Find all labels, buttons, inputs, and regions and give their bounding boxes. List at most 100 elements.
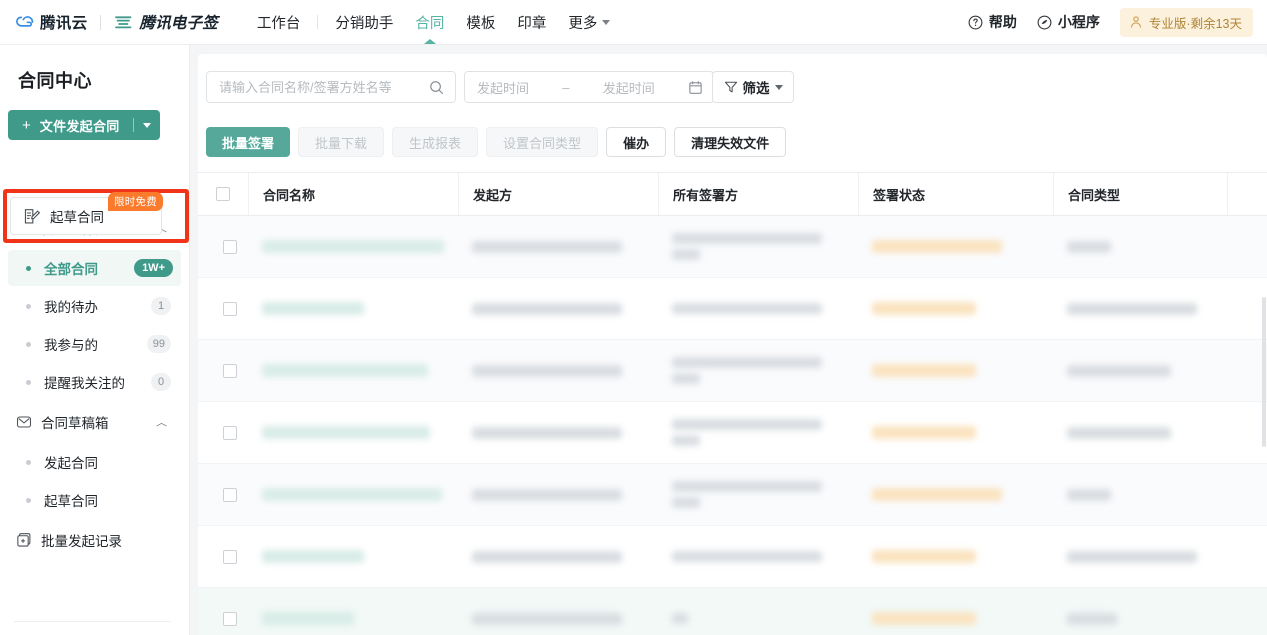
set-contract-type-button: 设置合同类型: [486, 127, 599, 157]
bullet-icon: [26, 459, 31, 465]
cell-initiator: [458, 526, 658, 587]
pro-version-label: 专业版·剩余13天: [1148, 16, 1242, 31]
sidebar-item-my-todo[interactable]: 我的待办 1: [8, 288, 181, 324]
redacted-text: [1067, 550, 1197, 563]
redacted-text: [872, 612, 976, 625]
question-circle-icon: [968, 15, 983, 29]
redacted-text: [472, 426, 622, 439]
table-row[interactable]: [198, 340, 1267, 402]
nav-item-seal[interactable]: 印章: [506, 0, 557, 45]
column-header-type[interactable]: 合同类型: [1053, 173, 1227, 215]
inbox-icon: [16, 416, 32, 428]
table-row[interactable]: [198, 588, 1267, 635]
redacted-text: [872, 364, 976, 377]
filter-icon: [724, 81, 737, 93]
sidebar-item-reminders[interactable]: 提醒我关注的 0: [8, 364, 181, 400]
table-row[interactable]: [198, 278, 1267, 340]
redacted-group: [672, 613, 688, 624]
select-all-header: [198, 173, 248, 215]
cell-initiator: [458, 402, 658, 463]
pro-version-badge[interactable]: 专业版·剩余13天: [1119, 7, 1253, 37]
table-row[interactable]: [198, 402, 1267, 464]
redacted-group: [672, 357, 822, 384]
nav-item-seal-label: 印章: [517, 15, 547, 32]
column-header-initiator[interactable]: 发起方: [458, 173, 658, 215]
tencent-esign-logo[interactable]: 腾讯电子签: [114, 11, 218, 33]
row-checkbox[interactable]: [223, 301, 237, 316]
redacted-text: [1067, 240, 1111, 253]
table-row[interactable]: [198, 526, 1267, 588]
redacted-text: [872, 302, 976, 315]
nav-item-contract[interactable]: 合同: [404, 0, 455, 45]
batch-sign-button[interactable]: 批量签署: [206, 127, 291, 157]
row-checkbox[interactable]: [223, 549, 237, 564]
row-checkbox[interactable]: [223, 611, 237, 626]
table-row[interactable]: [198, 216, 1267, 278]
bullet-icon: [26, 265, 31, 271]
create-contract-dropdown-toggle[interactable]: [134, 122, 160, 128]
row-select-cell: [198, 464, 248, 525]
cell-signers: [658, 526, 858, 587]
help-button[interactable]: 帮助: [968, 12, 1017, 32]
redacted-text: [1067, 364, 1171, 377]
select-all-checkbox[interactable]: [216, 187, 230, 201]
create-contract-from-file-button[interactable]: + 文件发起合同: [8, 110, 160, 140]
sidebar: 合同中心 + 文件发起合同 起草合同 限时免费 合同文件夹 ︿: [0, 45, 190, 635]
main-content: 发起时间 – 发起时间 筛选 批量签署 批量下载 生成报表 设置合同类型: [190, 45, 1267, 635]
filter-label: 筛选: [742, 81, 770, 96]
bullet-icon: [26, 341, 31, 347]
urge-button[interactable]: 催办: [606, 127, 667, 157]
redacted-text: [262, 612, 354, 625]
search-input[interactable]: [207, 72, 429, 102]
date-from-input[interactable]: 发起时间: [465, 78, 529, 97]
search-icon[interactable]: [429, 80, 455, 95]
column-header-status[interactable]: 签署状态: [858, 173, 1053, 215]
nav-item-template[interactable]: 模板: [455, 0, 506, 45]
cell-sign-status: [858, 278, 1053, 339]
sidebar-item-initiate-contract[interactable]: 发起合同: [8, 444, 181, 480]
calendar-icon[interactable]: [688, 80, 713, 95]
nav-item-workbench-label: 工作台: [256, 15, 301, 32]
clean-invalid-files-button[interactable]: 清理失效文件: [674, 127, 787, 157]
redacted-group: [672, 233, 822, 260]
cell-initiator: [458, 464, 658, 525]
nav-item-workbench[interactable]: 工作台: [246, 0, 312, 45]
cell-initiator: [458, 278, 658, 339]
miniprogram-button[interactable]: 小程序: [1037, 12, 1100, 32]
column-header-signers[interactable]: 所有签署方: [658, 173, 858, 215]
user-crown-icon: [1130, 16, 1141, 28]
row-checkbox[interactable]: [223, 239, 237, 254]
row-checkbox[interactable]: [223, 487, 237, 502]
table-scrollbar[interactable]: [1261, 172, 1267, 635]
tencent-cloud-logo[interactable]: 腾讯云: [16, 11, 87, 33]
redacted-text: [1067, 488, 1111, 501]
row-checkbox[interactable]: [223, 363, 237, 378]
sidebar-item-participated[interactable]: 我参与的 99: [8, 326, 181, 362]
table-body: [198, 216, 1267, 635]
nav-item-more[interactable]: 更多: [557, 0, 621, 45]
column-header-name[interactable]: 合同名称: [248, 173, 458, 215]
sidebar-item-my-todo-label: 我的待办: [44, 300, 98, 315]
limited-free-badge: 限时免费: [108, 192, 163, 211]
cell-sign-status: [858, 464, 1053, 525]
cell-signers: [658, 402, 858, 463]
bullet-icon: [26, 497, 31, 503]
filter-button[interactable]: 筛选: [712, 71, 794, 103]
redacted-text: [672, 419, 822, 430]
search-box[interactable]: [206, 71, 456, 103]
sidebar-item-batch-records[interactable]: 批量发起记录: [0, 520, 189, 560]
table-row[interactable]: [198, 464, 1267, 526]
date-to-input[interactable]: 发起时间: [603, 78, 655, 97]
sidebar-item-draft-contract[interactable]: 起草合同: [8, 482, 181, 518]
redacted-text: [1067, 426, 1171, 439]
date-range-picker[interactable]: 发起时间 – 发起时间: [464, 71, 714, 103]
row-select-cell: [198, 340, 248, 401]
sidebar-group-draft-box[interactable]: 合同草稿箱 ︿: [0, 402, 189, 442]
sidebar-item-all-contracts[interactable]: 全部合同 1W+: [8, 250, 181, 286]
sidebar-group-draft-box-label: 合同草稿箱: [41, 416, 109, 431]
table-scrollbar-thumb[interactable]: [1262, 297, 1266, 447]
nav-item-distribution[interactable]: 分销助手: [324, 0, 404, 45]
contract-panel: 发起时间 – 发起时间 筛选 批量签署 批量下载 生成报表 设置合同类型: [198, 54, 1267, 635]
row-checkbox[interactable]: [223, 425, 237, 440]
top-header: 腾讯云 腾讯电子签 工作台 分销助手 合同 模板 印章 更多 帮助 小程序 专业…: [0, 0, 1267, 45]
